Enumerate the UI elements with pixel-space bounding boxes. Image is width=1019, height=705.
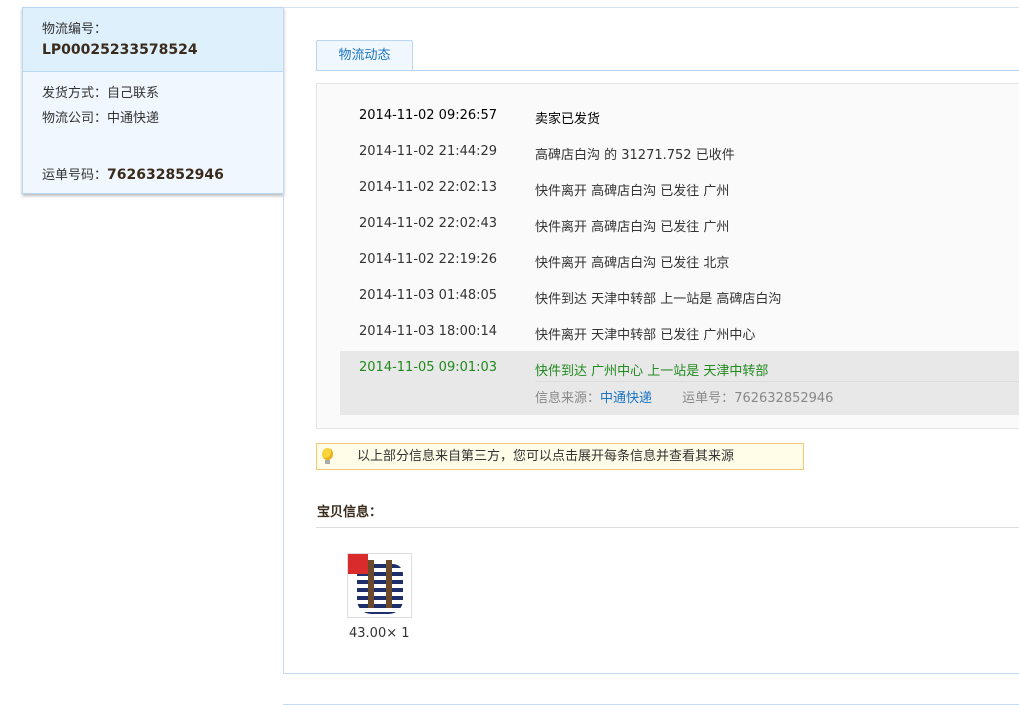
third-party-tip: 以上部分信息来自第三方，您可以点击展开每条信息并查看其来源	[316, 443, 804, 470]
event-desc: 高碑店白沟 的 31271.752 已收件	[535, 148, 735, 163]
order-id-label: 物流编号：	[42, 22, 108, 37]
event-time: 2014-11-02 22:02:13	[359, 180, 498, 195]
strap	[386, 560, 392, 608]
waybill-number: 762632852946	[107, 167, 224, 183]
item-thumbnail[interactable]	[347, 553, 412, 618]
event-time: 2014-11-02 22:19:26	[359, 252, 498, 267]
tracking-event[interactable]: 2014-11-02 21:44:29 高碑店白沟 的 31271.752 已收件	[341, 144, 1019, 180]
event-desc: 快件离开 高碑店白沟 已发往 广州	[535, 184, 730, 199]
waybill-row: 运单号码：762632852946	[42, 164, 224, 183]
tracking-list: 2014-11-02 09:26:57 卖家已发货 2014-11-02 21:44…	[316, 83, 1019, 429]
waybill-number: 762632852946	[734, 391, 834, 406]
event-desc: 快件离开 高碑店白沟 已发往 北京	[535, 256, 730, 271]
strap	[368, 560, 374, 608]
event-source: 信息来源：中通快递 运单号：762632852946	[535, 387, 833, 406]
promo-badge-icon	[348, 554, 368, 574]
lightbulb-icon	[322, 448, 333, 464]
items-title: 宝贝信息：	[317, 505, 383, 520]
source-link[interactable]: 中通快递	[600, 391, 652, 406]
order-id: LP00025233578524	[42, 42, 198, 58]
source-label: 信息来源：	[535, 391, 601, 406]
ship-method: 发货方式：自己联系	[42, 86, 160, 101]
event-time: 2014-11-02 09:26:57	[359, 108, 498, 123]
divider	[316, 527, 1019, 528]
waybill-label: 运单号码：	[42, 168, 108, 183]
event-desc: 快件到达 广州中心 上一站是 天津中转部	[535, 364, 769, 379]
divider	[535, 381, 1019, 382]
item-price: 43.00× 1	[349, 626, 410, 641]
tracking-event[interactable]: 2014-11-02 09:26:57 卖家已发货	[341, 108, 1019, 144]
event-time: 2014-11-02 22:02:43	[359, 216, 498, 231]
tracking-event[interactable]: 2014-11-02 22:02:43 快件离开 高碑店白沟 已发往 广州	[341, 216, 1019, 252]
event-desc: 卖家已发货	[535, 112, 601, 127]
event-desc: 快件离开 天津中转部 已发往 广州中心	[535, 328, 756, 343]
tab-divider	[316, 70, 1019, 71]
event-time: 2014-11-03 18:00:14	[359, 324, 498, 339]
waybill-label: 运单号：	[682, 391, 735, 406]
tip-text: 以上部分信息来自第三方，您可以点击展开每条信息并查看其来源	[357, 449, 735, 464]
order-info-panel: 物流编号： LP00025233578524 发货方式：自己联系 物流公司：中通…	[22, 7, 284, 194]
event-time: 2014-11-05 09:01:03	[359, 360, 498, 375]
tab-logistics[interactable]: 物流动态	[316, 40, 413, 70]
event-time: 2014-11-03 01:48:05	[359, 288, 498, 303]
logistics-company: 物流公司：中通快递	[42, 111, 160, 126]
event-time: 2014-11-02 21:44:29	[359, 144, 498, 159]
tracking-event[interactable]: 2014-11-02 22:19:26 快件离开 高碑店白沟 已发往 北京	[341, 252, 1019, 288]
event-desc: 快件离开 高碑店白沟 已发往 广州	[535, 220, 730, 235]
tracking-event[interactable]: 2014-11-02 22:02:13 快件离开 高碑店白沟 已发往 广州	[341, 180, 1019, 216]
tracking-event[interactable]: 2014-11-03 01:48:05 快件到达 天津中转部 上一站是 高碑店白沟	[341, 288, 1019, 324]
tracking-event-latest[interactable]: 2014-11-05 09:01:03 快件到达 广州中心 上一站是 天津中转部…	[340, 351, 1019, 415]
event-desc: 快件到达 天津中转部 上一站是 高碑店白沟	[535, 292, 782, 307]
